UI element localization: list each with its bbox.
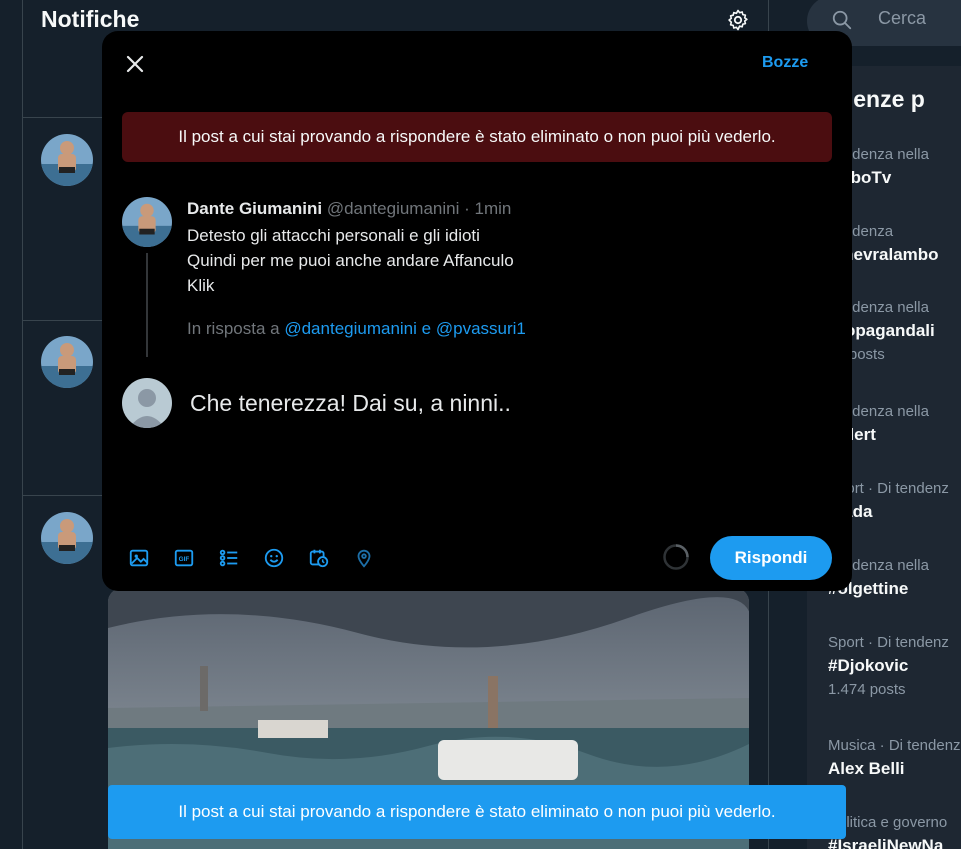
reply-to-conjunction: e [421,319,432,338]
search-placeholder: Cerca [878,8,927,28]
trend-count: 1.474 posts [828,681,906,698]
post-header: Dante Giumanini @dantegiumanini · 1min [187,199,511,219]
reply-to-line: In risposta a @dantegiumanini e @pvassur… [187,319,526,339]
author-name[interactable]: Dante Giumanini [187,199,322,218]
schedule-icon[interactable] [304,543,334,573]
drafts-button[interactable]: Bozze [762,54,808,72]
progress-ring-icon [663,544,689,570]
default-avatar[interactable] [122,378,172,428]
mention-link[interactable]: @pvassuri1 [436,319,526,338]
gif-icon[interactable]: GIF [169,543,199,573]
reply-to-prefix: In risposta a [187,319,280,338]
page-title: Notifiche [41,6,140,32]
trend-item[interactable]: Sport · Di tendenz #Djokovic 1.474 posts [828,633,949,701]
mention-link[interactable]: @dantegiumanini [284,319,417,338]
error-banner: Il post a cui stai provando a rispondere… [122,112,832,162]
trend-name: #Djokovic [828,656,909,675]
post-text-line: Klik [187,276,215,295]
avatar[interactable] [41,134,93,186]
trend-name: Alex Belli [828,759,905,778]
error-toast: Il post a cui stai provando a rispondere… [108,785,846,839]
left-nav-edge [0,0,22,849]
thread-line [146,253,148,357]
reply-button[interactable]: Rispondi [710,536,832,580]
avatar[interactable] [41,512,93,564]
reply-modal: Bozze Il post a cui stai provando a risp… [102,31,852,591]
close-icon[interactable] [120,49,150,79]
gear-icon[interactable] [726,8,750,32]
emoji-icon[interactable] [259,543,289,573]
avatar[interactable] [41,336,93,388]
gif-label: GIF [179,556,190,563]
author-handle[interactable]: @dantegiumanini [327,199,460,218]
trend-category: Musica · Di tendenz [828,737,961,754]
post-text-line: Detesto gli attacchi personali e gli idi… [187,226,480,245]
post-time: · 1min [464,199,512,218]
compose-input[interactable]: Che tenerezza! Dai su, a ninni.. [190,390,511,417]
image-icon[interactable] [124,543,154,573]
post-text-line: Quindi per me puoi anche andare Affancul… [187,251,514,270]
compose-toolbar: GIF [124,543,394,573]
search-icon [832,10,852,30]
avatar[interactable] [122,197,172,247]
trend-category: Sport · Di tendenz [828,634,949,651]
location-icon[interactable] [349,543,379,573]
poll-icon[interactable] [214,543,244,573]
trend-item[interactable]: Musica · Di tendenz Alex Belli [828,736,961,782]
